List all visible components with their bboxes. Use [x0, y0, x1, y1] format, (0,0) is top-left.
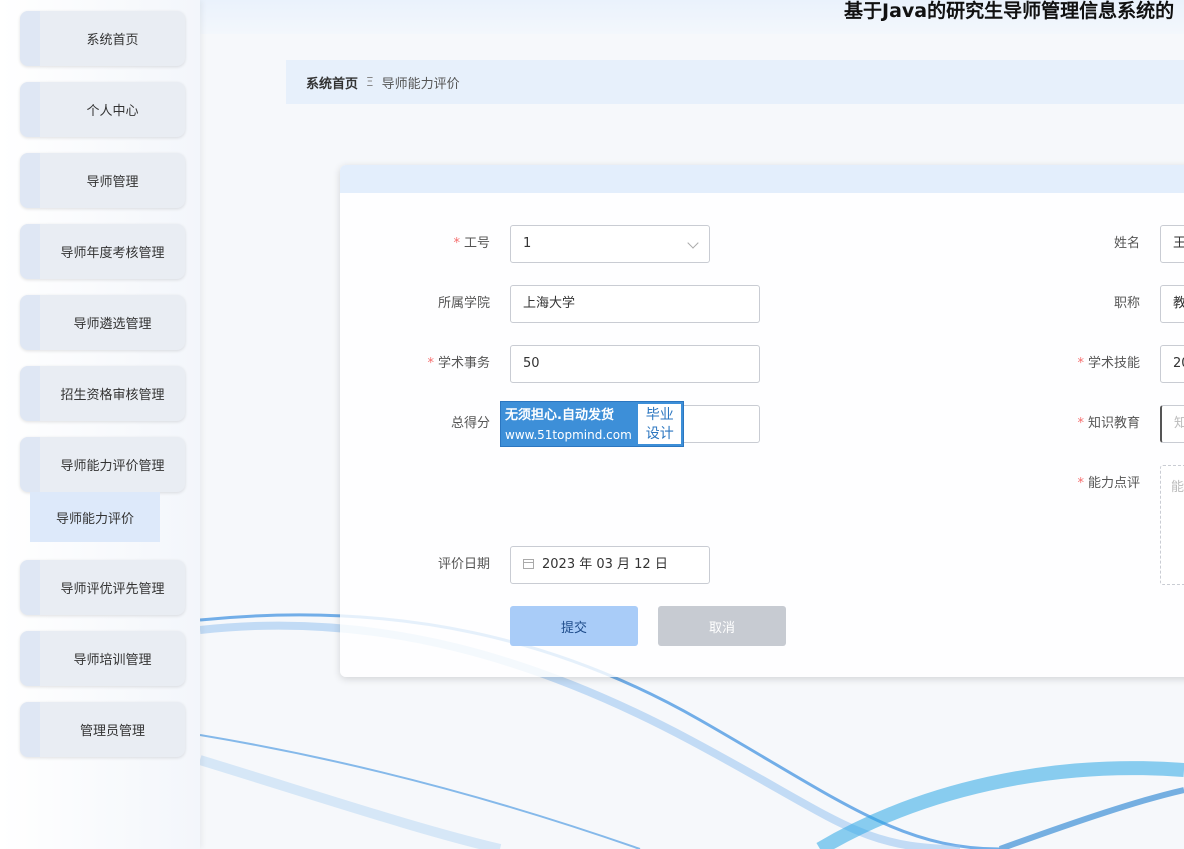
cancel-button[interactable]: 取消	[658, 606, 786, 646]
sidebar-item-tutor-management[interactable]: 导师管理	[20, 153, 185, 208]
zhicheng-field[interactable]: 教	[1160, 285, 1184, 323]
breadcrumb-home[interactable]: 系统首页	[306, 73, 358, 92]
sidebar: 系统首页 个人中心 导师管理 导师年度考核管理 导师遴选管理 招生资格审核管理 …	[0, 0, 200, 849]
xueshujineng-label: * 学术技能	[1077, 356, 1140, 371]
sidebar-item-personal-center[interactable]: 个人中心	[20, 82, 185, 137]
sidebar-item-tutor-selection[interactable]: 导师遴选管理	[20, 295, 185, 350]
breadcrumb-current: 导师能力评价	[381, 76, 460, 92]
watermark-badge: 无须担心.自动发货 www.51topmind.com 毕业 设计	[500, 401, 684, 447]
form-card: *工号 1 姓名 王 所属学院 上海大学 职称 教 *学术事务 50 *学术技能…	[340, 165, 1184, 677]
pingjiariqi-label: 评价日期	[437, 557, 490, 572]
nenglidianping-textarea[interactable]: 能	[1160, 465, 1184, 585]
zongdefen-label: 总得分	[450, 416, 490, 431]
xueshushiwu-label: * 学术事务	[427, 356, 490, 371]
submenu-item-ability-evaluation[interactable]: 导师能力评价	[30, 492, 160, 542]
chevron-down-icon	[687, 237, 699, 249]
xueyuan-field[interactable]: 上海大学	[510, 285, 760, 323]
sidebar-item-label: 招生资格审核管理	[60, 388, 165, 403]
sidebar-item-training-management[interactable]: 导师培训管理	[20, 631, 185, 686]
breadcrumb-separator: Ξ	[366, 75, 374, 89]
sidebar-item-home[interactable]: 系统首页	[20, 11, 185, 66]
watermark-badge1: 毕业	[645, 407, 674, 423]
sidebar-item-label: 导师管理	[86, 175, 139, 190]
zhicheng-label: 职称	[1113, 296, 1140, 311]
submenu-item-label: 导师能力评价	[55, 511, 134, 527]
xingming-field[interactable]: 王	[1160, 225, 1184, 263]
xueshujineng-field[interactable]: 20	[1160, 345, 1184, 383]
sidebar-item-label: 系统首页	[86, 33, 139, 48]
card-header	[340, 165, 1184, 193]
sidebar-item-admin-management[interactable]: 管理员管理	[20, 702, 185, 757]
sidebar-item-ability-evaluation-management[interactable]: 导师能力评价管理	[20, 437, 185, 492]
xueshushiwu-field[interactable]: 50	[510, 345, 760, 383]
sidebar-item-label: 导师遴选管理	[73, 317, 152, 332]
sidebar-item-enrollment-qualification[interactable]: 招生资格审核管理	[20, 366, 185, 421]
sidebar-item-label: 导师能力评价管理	[60, 459, 165, 474]
xingming-label: 姓名	[1113, 236, 1140, 251]
sidebar-item-excellence-evaluation[interactable]: 导师评优评先管理	[20, 560, 185, 615]
zhishijiaoyu-field[interactable]: 知	[1160, 405, 1184, 443]
breadcrumb: 系统首页 Ξ 导师能力评价	[286, 60, 1184, 104]
sidebar-item-label: 导师评优评先管理	[60, 582, 165, 597]
submit-button[interactable]: 提交	[510, 606, 638, 646]
sidebar-item-annual-assessment[interactable]: 导师年度考核管理	[20, 224, 185, 279]
sidebar-item-label: 个人中心	[86, 104, 139, 119]
top-bar: 基于Java的研究生导师管理信息系统的	[200, 0, 1184, 34]
sidebar-item-label: 导师培训管理	[73, 653, 152, 668]
zhishijiaoyu-label: * 知识教育	[1077, 416, 1140, 431]
sidebar-item-label: 导师年度考核管理	[60, 246, 165, 261]
nenglidianping-label: * 能力点评	[1077, 476, 1140, 491]
xueyuan-label: 所属学院	[437, 296, 490, 311]
date-picker[interactable]: 2023 年 03 月 12 日	[510, 546, 710, 584]
calendar-icon	[523, 559, 534, 569]
site-title: 基于Java的研究生导师管理信息系统的	[844, 0, 1175, 22]
watermark-badge2: 设计	[645, 426, 674, 442]
watermark-line2: www.51topmind.com	[505, 428, 632, 442]
gonghao-select[interactable]: 1	[510, 225, 710, 263]
sidebar-item-label: 管理员管理	[79, 724, 145, 739]
watermark-line1: 无须担心.自动发货	[505, 408, 614, 423]
gonghao-label: * 工号	[453, 236, 490, 251]
